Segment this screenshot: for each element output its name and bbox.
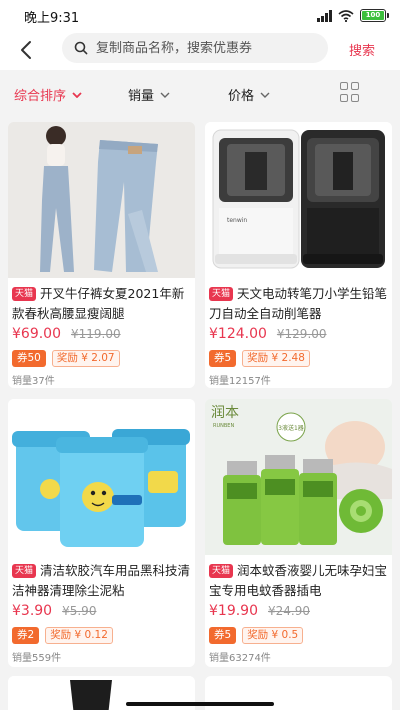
wifi-icon [338, 10, 354, 22]
tmall-badge: 天猫 [12, 564, 37, 578]
home-indicator[interactable] [126, 702, 274, 706]
grid-view-icon[interactable] [340, 82, 360, 102]
reward-badge: 奖励 ¥ 2.48 [242, 350, 310, 367]
product-card[interactable]: tenwin 天猫 天文电动转笔刀小学生铅笔刀自动全自动削笔器 ¥124.00 ¥… [205, 122, 392, 388]
product-original-price: ¥24.90 [268, 604, 310, 618]
product-image: 润本 RUNBEN 3液送1器 [205, 399, 392, 555]
product-image [8, 122, 195, 278]
sales-count: 销量63274件 [209, 653, 271, 664]
search-button[interactable]: 搜索 [349, 40, 375, 59]
sort-price[interactable]: 价格 [228, 85, 270, 104]
product-card[interactable]: 天猫 清洁软胶汽车用品黑科技清洁神器清理除尘泥粘 ¥3.90 ¥5.90 券2 奖… [8, 399, 195, 667]
product-price: ¥124.00 [209, 326, 267, 342]
product-title-text: 开叉牛仔裤女夏2021年新款春秋高腰显瘦阔腿 [12, 286, 185, 321]
top-bar: 搜索 [0, 30, 400, 70]
battery-icon: 100 [360, 9, 389, 22]
search-icon [74, 41, 88, 55]
back-arrow-icon [21, 41, 31, 59]
sort-label: 价格 [228, 89, 255, 104]
product-original-price: ¥129.00 [276, 327, 327, 341]
coupon-badge: 券2 [12, 627, 40, 644]
reward-badge: 奖励 ¥ 2.07 [51, 350, 120, 367]
product-price: ¥19.90 [209, 603, 258, 619]
chevron-down-icon [260, 92, 270, 98]
product-price: ¥69.00 [12, 326, 61, 342]
search-box[interactable] [62, 33, 328, 63]
sort-sales[interactable]: 销量 [128, 85, 170, 104]
product-title: 天猫 开叉牛仔裤女夏2021年新款春秋高腰显瘦阔腿 [12, 284, 191, 324]
product-original-price: ¥119.00 [71, 327, 121, 341]
sales-count: 销量12157件 [209, 376, 271, 387]
status-time: 晚上9:31 [24, 11, 80, 26]
status-bar: 晚上9:31 100 [0, 0, 400, 30]
reward-badge: 奖励 ¥ 0.12 [45, 627, 113, 644]
product-title-text: 润本蚊香液婴儿无味孕妇宝宝专用电蚊香器插电 [209, 563, 388, 598]
product-price: ¥3.90 [12, 603, 53, 619]
coupon-badge: 券5 [209, 627, 237, 644]
image-brand-subtext: RUNBEN [213, 423, 234, 429]
status-icons: 100 [317, 8, 389, 22]
sales-count: 销量559件 [12, 653, 62, 664]
product-image: tenwin [205, 122, 392, 278]
sort-label: 销量 [128, 89, 155, 104]
signal-icon [317, 10, 332, 22]
reward-badge: 奖励 ¥ 0.5 [242, 627, 304, 644]
sales-count: 销量37件 [12, 376, 55, 387]
tmall-badge: 天猫 [12, 287, 37, 301]
sort-bar: 综合排序 销量 价格 [0, 76, 400, 112]
sort-label: 综合排序 [14, 89, 67, 104]
product-card[interactable]: 天猫 开叉牛仔裤女夏2021年新款春秋高腰显瘦阔腿 ¥69.00 ¥119.00 … [8, 122, 195, 388]
back-button[interactable] [12, 36, 40, 64]
product-title-text: 清洁软胶汽车用品黑科技清洁神器清理除尘泥粘 [12, 563, 191, 598]
chevron-down-icon [72, 91, 82, 98]
battery-level: 100 [365, 11, 381, 19]
product-original-price: ¥5.90 [62, 604, 97, 618]
product-image [8, 399, 195, 555]
image-brand-text: 润本 [211, 405, 239, 421]
image-promo-text: 3液送1器 [278, 424, 304, 432]
coupon-badge: 券50 [12, 350, 46, 367]
tmall-badge: 天猫 [209, 287, 234, 301]
product-title: 天猫 天文电动转笔刀小学生铅笔刀自动全自动削笔器 [209, 284, 388, 324]
tmall-badge: 天猫 [209, 564, 234, 578]
search-input[interactable] [96, 40, 316, 56]
image-brand-text: tenwin [227, 217, 247, 224]
product-title: 天猫 润本蚊香液婴儿无味孕妇宝宝专用电蚊香器插电 [209, 561, 388, 601]
sort-comprehensive[interactable]: 综合排序 [14, 85, 82, 104]
product-card[interactable]: 润本 RUNBEN 3液送1器 天猫 润本蚊香液婴儿无味孕妇宝宝专用电蚊香器插电 … [205, 399, 392, 667]
product-title-text: 天文电动转笔刀小学生铅笔刀自动全自动削笔器 [209, 286, 388, 321]
chevron-down-icon [160, 92, 170, 98]
coupon-badge: 券5 [209, 350, 237, 367]
product-title: 天猫 清洁软胶汽车用品黑科技清洁神器清理除尘泥粘 [12, 561, 191, 601]
